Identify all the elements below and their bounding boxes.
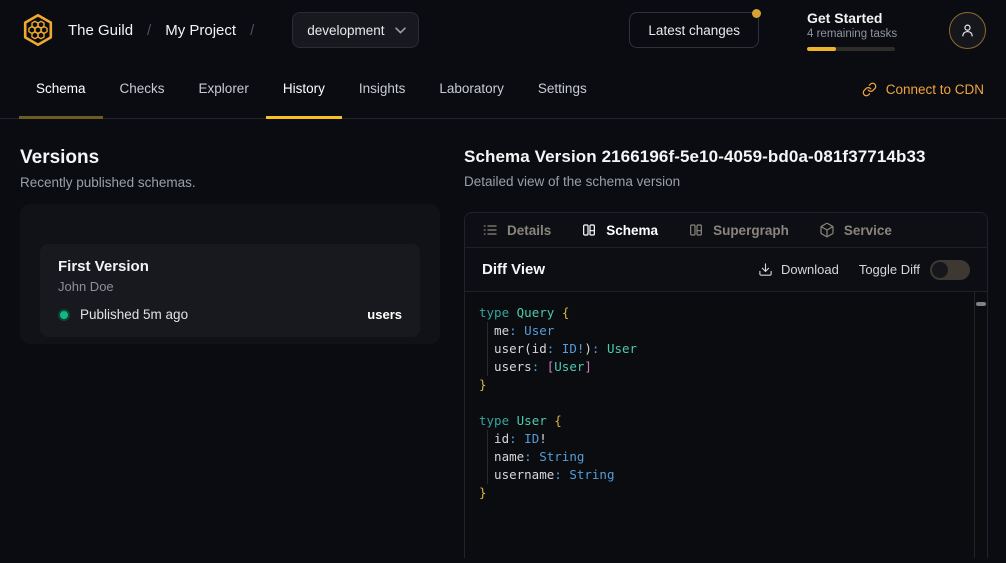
download-icon xyxy=(758,262,773,277)
get-started-title: Get Started xyxy=(807,10,897,26)
detail-tab-label: Schema xyxy=(606,223,658,238)
get-started-progress-fill xyxy=(807,47,836,51)
detail-tab-label: Supergraph xyxy=(713,223,789,238)
nav-tab-checks[interactable]: Checks xyxy=(103,60,182,119)
nav-tab-history[interactable]: History xyxy=(266,60,342,119)
versions-subtitle: Recently published schemas. xyxy=(20,175,440,190)
service-name-badge: users xyxy=(367,307,402,322)
versions-list-card: First Version John Doe Published 5m ago … xyxy=(20,204,440,344)
detail-tab-service[interactable]: Service xyxy=(819,222,892,238)
diff-view-title: Diff View xyxy=(482,261,545,278)
main-content: Versions Recently published schemas. Fir… xyxy=(0,119,1006,563)
target-selector-value: development xyxy=(307,23,384,38)
get-started-progress-bar xyxy=(807,47,895,51)
get-started-subtitle: 4 remaining tasks xyxy=(807,28,897,40)
cube-icon xyxy=(819,222,835,238)
schema-version-detail-box: Details Schema Supergraph Service Diff View… xyxy=(464,212,988,558)
nav-tab-settings[interactable]: Settings xyxy=(521,60,604,119)
toggle-diff-label: Toggle Diff xyxy=(859,262,920,277)
detail-tab-bar: Details Schema Supergraph Service xyxy=(465,213,987,248)
user-avatar[interactable] xyxy=(949,12,986,49)
columns-icon xyxy=(581,222,597,238)
schema-version-panel: Schema Version 2166196f-5e10-4059-bd0a-0… xyxy=(464,119,1006,563)
version-author: John Doe xyxy=(58,279,402,294)
project-breadcrumb[interactable]: My Project xyxy=(165,22,236,39)
versions-title: Versions xyxy=(20,147,440,169)
link-icon xyxy=(862,82,877,97)
org-breadcrumb[interactable]: The Guild xyxy=(68,22,133,39)
download-button[interactable]: Download xyxy=(758,262,839,277)
schema-version-title: Schema Version 2166196f-5e10-4059-bd0a-0… xyxy=(464,147,988,167)
detail-tab-label: Details xyxy=(507,223,551,238)
notification-dot xyxy=(752,9,761,18)
code-scrollbar-thumb[interactable] xyxy=(976,302,986,306)
detail-tab-supergraph[interactable]: Supergraph xyxy=(688,222,789,238)
breadcrumb-separator: / xyxy=(147,22,151,39)
list-icon xyxy=(482,222,498,238)
detail-tab-schema[interactable]: Schema xyxy=(581,222,658,238)
schema-version-subtitle: Detailed view of the schema version xyxy=(464,174,988,189)
connect-to-cdn-link[interactable]: Connect to CDN xyxy=(862,60,984,118)
person-icon xyxy=(959,22,976,39)
columns-icon xyxy=(688,222,704,238)
connect-to-cdn-label: Connect to CDN xyxy=(886,82,984,97)
toggle-knob xyxy=(932,262,948,278)
published-status-dot xyxy=(58,309,70,321)
code-scrollbar[interactable] xyxy=(974,292,987,558)
published-status-text: Published 5m ago xyxy=(80,307,188,322)
app-header: The Guild / My Project / development Lat… xyxy=(0,0,1006,60)
diff-view-header: Diff View Download Toggle D xyxy=(465,248,987,292)
version-name: First Version xyxy=(58,258,402,275)
detail-tab-details[interactable]: Details xyxy=(482,222,551,238)
chevron-down-icon xyxy=(395,27,406,34)
version-list-item[interactable]: First Version John Doe Published 5m ago … xyxy=(40,244,420,337)
nav-tab-explorer[interactable]: Explorer xyxy=(182,60,266,119)
download-label: Download xyxy=(781,262,839,277)
breadcrumb-separator: / xyxy=(250,22,254,39)
nav-tab-laboratory[interactable]: Laboratory xyxy=(422,60,521,119)
nav-tab-schema[interactable]: Schema xyxy=(19,60,103,119)
latest-changes-button[interactable]: Latest changes xyxy=(629,12,759,48)
main-nav: SchemaChecksExplorerHistoryInsightsLabor… xyxy=(0,60,1006,119)
versions-panel: Versions Recently published schemas. Fir… xyxy=(0,119,464,563)
target-selector-dropdown[interactable]: development xyxy=(292,12,418,48)
code-lines: type Query { me: User user(id: ID!): Use… xyxy=(479,304,961,502)
toggle-diff-switch[interactable] xyxy=(930,260,970,280)
nav-tab-insights[interactable]: Insights xyxy=(342,60,423,119)
get-started-widget[interactable]: Get Started 4 remaining tasks xyxy=(807,10,897,51)
detail-tab-label: Service xyxy=(844,223,892,238)
schema-code-viewer[interactable]: type Query { me: User user(id: ID!): Use… xyxy=(465,292,987,558)
guild-logo-icon[interactable] xyxy=(20,12,56,48)
latest-changes-label: Latest changes xyxy=(648,23,740,38)
